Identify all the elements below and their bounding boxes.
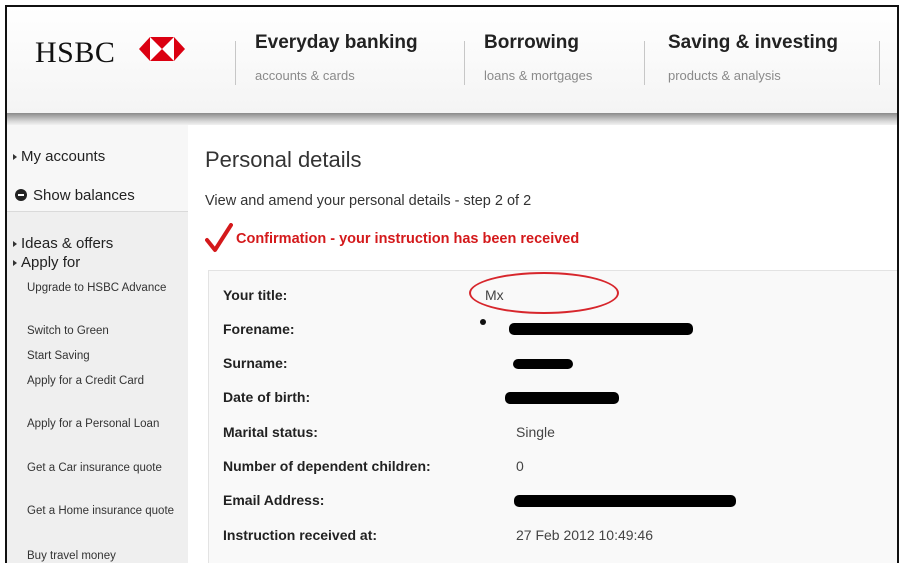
minus-circle-icon <box>15 189 27 201</box>
nav-divider <box>235 41 236 85</box>
arrow-right-icon <box>13 154 17 161</box>
annotation-circle <box>469 272 619 314</box>
bullet-mark <box>480 319 486 325</box>
detail-label: Date of birth: <box>223 389 311 405</box>
nav-subtitle: accounts & cards <box>255 68 355 83</box>
detail-label: Email Address: <box>223 492 325 508</box>
browser-frame: HSBC Everyday banking accounts & cards B… <box>5 5 899 563</box>
sidebar-subitem[interactable]: Upgrade to HSBC Advance <box>27 281 177 296</box>
sidebar-item-label: Ideas & offers <box>21 235 114 252</box>
logo-text: HSBC <box>35 36 116 69</box>
sidebar-item-label: My accounts <box>21 148 106 165</box>
checkmark-icon <box>205 223 233 252</box>
detail-value-marital-status: Single <box>516 424 555 440</box>
nav-title: Saving & investing <box>668 32 838 53</box>
sidebar-subitem[interactable]: Get a Car insurance quote <box>27 461 177 476</box>
sidebar-item-label: Show balances <box>33 187 135 204</box>
sidebar-item-label: Apply for <box>21 254 81 271</box>
hsbc-hexagon-icon <box>139 37 185 61</box>
nav-divider <box>464 41 465 85</box>
sidebar-item-my-accounts[interactable]: My accounts <box>13 148 105 165</box>
detail-label: Number of dependent children: <box>223 458 431 474</box>
sidebar-item-ideas-offers[interactable]: Ideas & offers <box>13 235 113 252</box>
detail-value-children: 0 <box>516 458 524 474</box>
arrow-right-icon <box>13 241 17 248</box>
sidebar-subitem[interactable]: Switch to Green <box>27 324 177 339</box>
sidebar-subitem[interactable]: Start Saving <box>27 349 177 364</box>
hsbc-logo[interactable]: HSBC <box>35 36 185 70</box>
nav-borrowing[interactable]: Borrowing loans & mortgages <box>484 32 592 83</box>
nav-everyday-banking[interactable]: Everyday banking accounts & cards <box>255 32 418 83</box>
detail-label: Your title: <box>223 287 288 303</box>
redacted-date-of-birth <box>505 392 619 404</box>
nav-saving-investing[interactable]: Saving & investing products & analysis <box>668 32 838 83</box>
redacted-forename <box>509 323 693 335</box>
show-balances-toggle[interactable]: Show balances <box>15 187 135 204</box>
arrow-right-icon <box>13 260 17 267</box>
detail-label: Surname: <box>223 355 288 371</box>
main-content: Personal details View and amend your per… <box>188 125 897 563</box>
nav-title: Everyday banking <box>255 32 418 53</box>
redacted-email <box>514 495 736 507</box>
sidebar: My accounts Show balances Ideas & offers… <box>7 125 188 563</box>
sidebar-item-apply-for[interactable]: Apply for <box>13 254 80 271</box>
detail-label: Forename: <box>223 321 295 337</box>
step-indicator: View and amend your personal details - s… <box>205 193 532 209</box>
redacted-surname <box>513 359 573 369</box>
detail-value-instruction-time: 27 Feb 2012 10:49:46 <box>516 527 654 543</box>
page-title: Personal details <box>205 147 362 172</box>
site-header: HSBC Everyday banking accounts & cards B… <box>7 7 897 115</box>
nav-subtitle: loans & mortgages <box>484 68 593 83</box>
sidebar-subitem[interactable]: Apply for a Personal Loan <box>27 417 177 432</box>
sidebar-subitem[interactable]: Buy travel money <box>27 549 177 563</box>
nav-divider <box>644 41 645 85</box>
sidebar-subitem[interactable]: Get a Home insurance quote <box>27 504 177 519</box>
details-panel: Your title: Mx Forename: Surname: Date o… <box>208 270 897 563</box>
sidebar-subitem[interactable]: Apply for a Credit Card <box>27 374 177 389</box>
nav-divider <box>879 41 880 85</box>
detail-label: Instruction received at: <box>223 527 378 543</box>
nav-title: Borrowing <box>484 32 579 53</box>
confirmation-message: Confirmation - your instruction has been… <box>236 231 580 247</box>
nav-subtitle: products & analysis <box>668 68 781 83</box>
detail-label: Marital status: <box>223 424 318 440</box>
